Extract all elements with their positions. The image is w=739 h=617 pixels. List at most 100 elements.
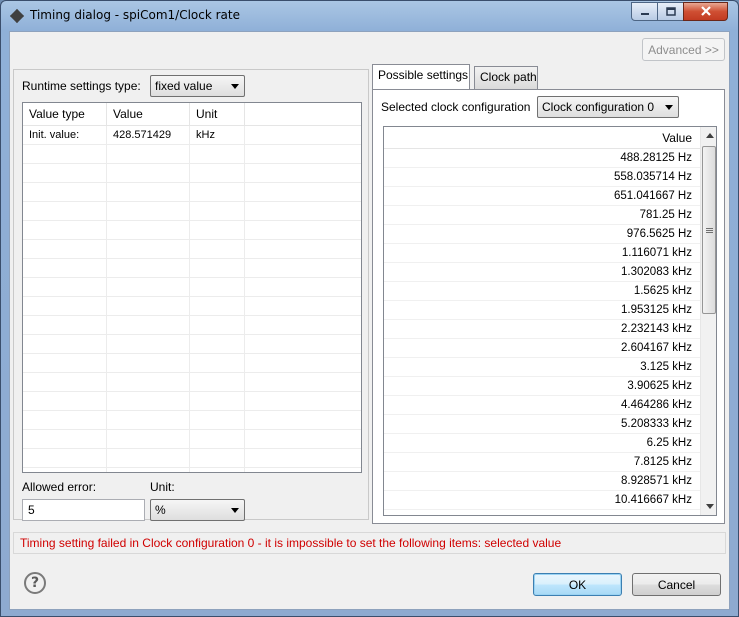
minimize-button[interactable]	[631, 2, 658, 21]
table-cell	[190, 316, 245, 335]
allowed-error-label: Allowed error:	[22, 480, 97, 494]
title-bar[interactable]: Timing dialog - spiCom1/Clock rate	[1, 1, 738, 31]
table-cell	[190, 183, 245, 202]
table-cell	[107, 411, 190, 430]
table-cell	[190, 411, 245, 430]
list-item[interactable]: 1.5625 kHz	[384, 282, 700, 301]
empty-table-row	[23, 202, 361, 221]
empty-table-row	[23, 373, 361, 392]
column-header-value[interactable]: Value	[384, 127, 700, 149]
table-cell	[107, 164, 190, 183]
table-cell	[23, 164, 107, 183]
empty-table-row	[23, 278, 361, 297]
table-cell	[190, 468, 245, 472]
list-item[interactable]: 3.90625 kHz	[384, 377, 700, 396]
table-cell	[23, 354, 107, 373]
table-cell	[190, 202, 245, 221]
status-message: Timing setting failed in Clock configura…	[13, 532, 726, 554]
list-item[interactable]: 5.208333 kHz	[384, 415, 700, 434]
list-item[interactable]: 4.464286 kHz	[384, 396, 700, 415]
values-list-body: 488.28125 Hz 558.035714 Hz 651.041667 Hz 78…	[384, 149, 700, 510]
column-header-unit[interactable]: Unit	[190, 103, 245, 126]
table-cell	[107, 335, 190, 354]
empty-table-row	[23, 411, 361, 430]
list-item[interactable]: 2.232143 kHz	[384, 320, 700, 339]
table-cell	[190, 278, 245, 297]
table-cell	[190, 259, 245, 278]
list-item[interactable]: 558.035714 Hz	[384, 168, 700, 187]
list-item[interactable]: 651.041667 Hz	[384, 187, 700, 206]
runtime-settings-type-select[interactable]: fixed value	[150, 75, 245, 97]
table-cell	[23, 259, 107, 278]
empty-table-row	[23, 164, 361, 183]
list-item[interactable]: 1.953125 kHz	[384, 301, 700, 320]
table-cell	[190, 145, 245, 164]
table-cell	[107, 145, 190, 164]
unit-select[interactable]: %	[150, 499, 245, 521]
list-item[interactable]: 976.5625 Hz	[384, 225, 700, 244]
column-header-value-type[interactable]: Value type	[23, 103, 107, 126]
ok-button[interactable]: OK	[533, 573, 622, 596]
list-item[interactable]: 6.25 kHz	[384, 434, 700, 453]
table-cell	[190, 392, 245, 411]
list-item[interactable]: 8.928571 kHz	[384, 472, 700, 491]
help-icon[interactable]: ?	[24, 572, 46, 594]
table-cell	[23, 335, 107, 354]
vertical-scrollbar[interactable]	[700, 127, 716, 515]
list-item[interactable]: 488.28125 Hz	[384, 149, 700, 168]
table-cell	[23, 316, 107, 335]
table-cell: Init. value:	[23, 126, 107, 145]
runtime-values-table[interactable]: Value type Value Unit Init. value: 428.5…	[22, 102, 362, 473]
table-cell	[245, 202, 361, 221]
advanced-button[interactable]: Advanced >>	[642, 38, 725, 61]
tab-clock-path[interactable]: Clock path	[474, 66, 538, 89]
chevron-down-icon	[665, 105, 673, 110]
table-cell	[23, 411, 107, 430]
scrollbar-thumb[interactable]	[702, 146, 716, 314]
empty-table-row	[23, 316, 361, 335]
maximize-button[interactable]	[657, 2, 684, 21]
table-cell	[107, 316, 190, 335]
list-item[interactable]: 2.604167 kHz	[384, 339, 700, 358]
empty-table-row	[23, 335, 361, 354]
table-cell	[190, 240, 245, 259]
cancel-button[interactable]: Cancel	[632, 573, 721, 596]
clock-configuration-select[interactable]: Clock configuration 0	[537, 96, 679, 118]
list-item[interactable]: 3.125 kHz	[384, 358, 700, 377]
list-item[interactable]: 1.302083 kHz	[384, 263, 700, 282]
empty-table-row	[23, 430, 361, 449]
table-cell	[107, 430, 190, 449]
table-cell	[107, 183, 190, 202]
column-header-value[interactable]: Value	[107, 103, 190, 126]
chevron-down-icon	[231, 508, 239, 513]
table-cell[interactable]: 428.571429	[107, 126, 190, 145]
table-cell	[245, 145, 361, 164]
allowed-error-input[interactable]: 5	[22, 499, 145, 521]
close-button[interactable]	[683, 2, 728, 21]
table-cell	[107, 392, 190, 411]
scroll-up-arrow-icon[interactable]	[701, 127, 716, 144]
table-cell	[23, 449, 107, 468]
table-cell	[190, 449, 245, 468]
table-cell	[107, 221, 190, 240]
list-item[interactable]: 1.116071 kHz	[384, 244, 700, 263]
table-header: Value type Value Unit	[23, 103, 361, 126]
possible-values-list[interactable]: Value 488.28125 Hz 558.035714 Hz 651.04166…	[383, 126, 717, 516]
empty-table-row	[23, 392, 361, 411]
table-cell	[245, 183, 361, 202]
chevron-down-icon	[231, 84, 239, 89]
list-item[interactable]: 10.416667 kHz	[384, 491, 700, 510]
table-cell	[245, 164, 361, 183]
close-icon	[700, 5, 712, 19]
scroll-down-arrow-icon[interactable]	[701, 498, 716, 515]
table-cell	[107, 468, 190, 472]
table-cell	[23, 202, 107, 221]
table-cell	[245, 411, 361, 430]
table-cell	[190, 164, 245, 183]
table-row[interactable]: Init. value: 428.571429 kHz	[23, 126, 361, 145]
selected-clock-configuration-label: Selected clock configuration	[381, 100, 531, 114]
list-item[interactable]: 781.25 Hz	[384, 206, 700, 225]
tab-possible-settings[interactable]: Possible settings	[372, 64, 470, 89]
empty-table-row	[23, 221, 361, 240]
list-item[interactable]: 7.8125 kHz	[384, 453, 700, 472]
